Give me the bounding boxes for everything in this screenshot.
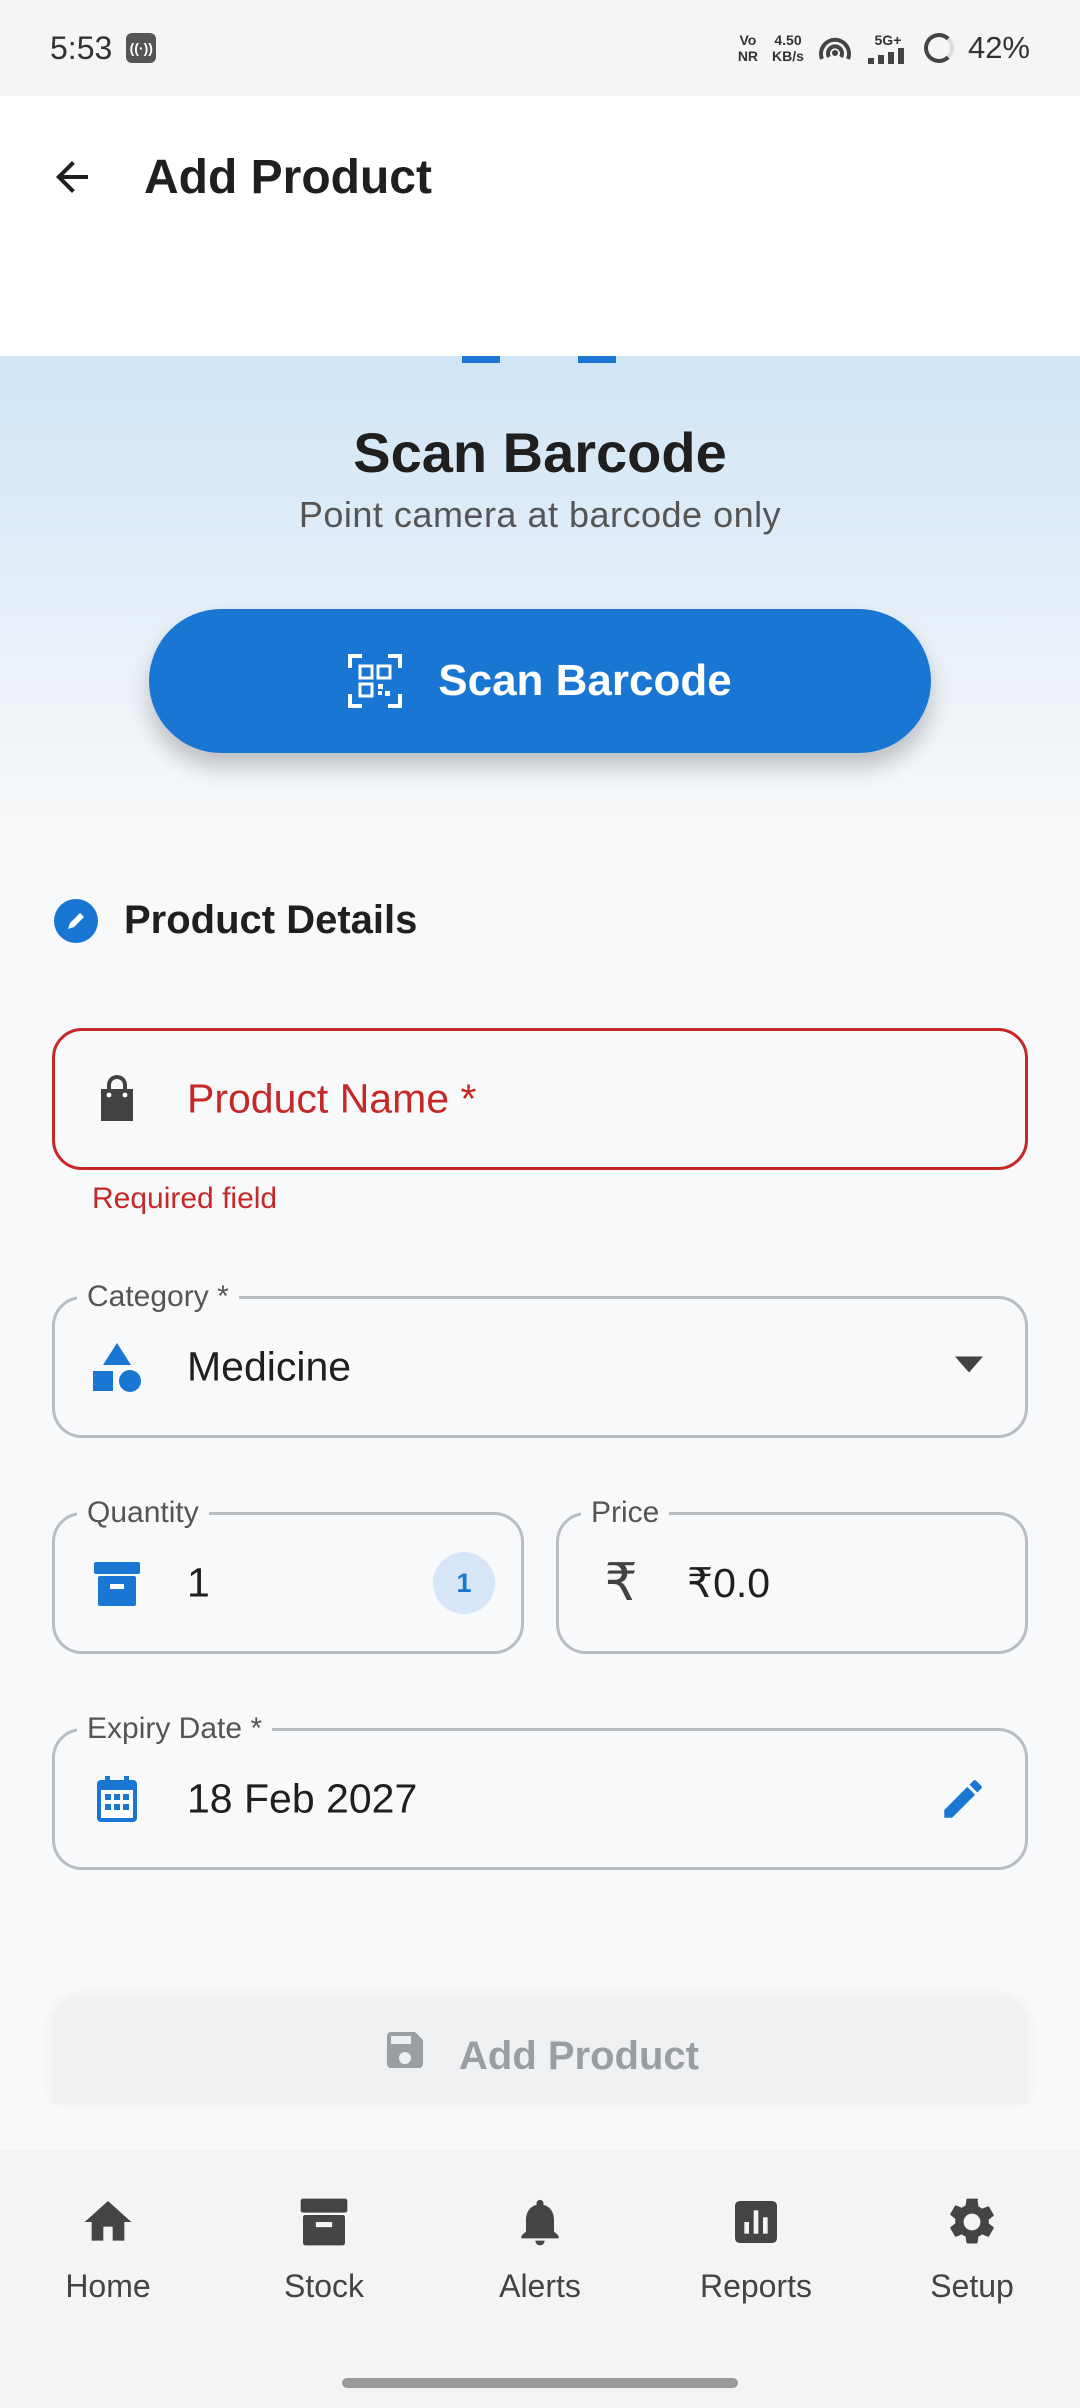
rupee-icon: ₹ bbox=[604, 1554, 638, 1612]
signal-bars-icon bbox=[867, 48, 904, 64]
status-left: 5:53 ((·)) bbox=[50, 29, 157, 67]
gear-icon bbox=[950, 2198, 994, 2244]
archive-icon bbox=[300, 2198, 348, 2246]
status-bar: 5:53 ((·)) Vo NR 4.50 KB/s 5G+ 42% bbox=[0, 0, 1080, 96]
shopping-bag-icon bbox=[91, 1073, 143, 1125]
quantity-badge: 1 bbox=[433, 1552, 495, 1614]
arrow-back-icon bbox=[56, 161, 88, 193]
hotspot-icon: ((·)) bbox=[126, 33, 157, 63]
expiry-value: 18 Feb 2027 bbox=[187, 1775, 418, 1822]
battery-icon bbox=[923, 33, 954, 63]
inventory-box-icon bbox=[91, 1557, 143, 1609]
page-title: Add Product bbox=[144, 151, 432, 204]
quantity-field[interactable]: Quantity 1 1 bbox=[52, 1495, 524, 1654]
add-product-label: Add Product bbox=[459, 2034, 699, 2078]
section-header: Product Details bbox=[54, 898, 417, 943]
pencil-edit-icon[interactable] bbox=[935, 1771, 991, 1827]
section-title: Product Details bbox=[124, 898, 418, 942]
nav-stock[interactable]: Stock bbox=[216, 2150, 432, 2408]
nav-reports-label: Reports bbox=[699, 2268, 813, 2304]
home-icon bbox=[84, 2201, 132, 2241]
nav-home-label: Home bbox=[65, 2268, 151, 2304]
expiry-label: Expiry Date * bbox=[77, 1711, 273, 1747]
scan-barcode-label: Scan Barcode bbox=[438, 656, 732, 705]
nav-setup-label: Setup bbox=[930, 2268, 1014, 2304]
back-button[interactable] bbox=[40, 145, 104, 209]
hotspot-signal-icon bbox=[818, 37, 851, 60]
scan-barcode-button[interactable]: Scan Barcode bbox=[149, 609, 931, 753]
price-value: ₹0.0 bbox=[687, 1560, 771, 1606]
signal-indicator: 5G+ bbox=[866, 32, 910, 64]
product-name-placeholder: Product Name * bbox=[187, 1075, 477, 1122]
product-name-error: Required field bbox=[92, 1182, 278, 1215]
volte-indicator: Vo NR bbox=[737, 32, 759, 64]
nav-setup[interactable]: Setup bbox=[864, 2150, 1080, 2408]
nav-stock-label: Stock bbox=[283, 2268, 365, 2304]
scanner-frame-corner bbox=[578, 356, 616, 363]
status-time: 5:53 bbox=[50, 29, 113, 66]
scan-title: Scan Barcode bbox=[353, 421, 727, 484]
save-icon bbox=[387, 2032, 423, 2068]
network-speed: 4.50 KB/s bbox=[772, 32, 804, 64]
expiry-date-field[interactable]: Expiry Date * 18 Feb 2027 bbox=[52, 1711, 1028, 1870]
bell-icon bbox=[521, 2199, 559, 2246]
nav-reports[interactable]: Reports bbox=[648, 2150, 864, 2408]
bar-chart-icon bbox=[735, 2201, 777, 2243]
scan-subtitle: Point camera at barcode only bbox=[298, 494, 782, 535]
product-name-field[interactable]: Product Name * bbox=[52, 1028, 1028, 1170]
scanner-frame-corner bbox=[462, 356, 500, 363]
nav-alerts[interactable]: Alerts bbox=[432, 2150, 648, 2408]
category-label: Category * bbox=[77, 1279, 239, 1315]
dropdown-arrow-icon bbox=[955, 1356, 983, 1378]
price-label: Price bbox=[581, 1495, 670, 1531]
add-product-button[interactable]: Add Product bbox=[52, 2000, 1028, 2104]
category-dropdown[interactable]: Category * Medicine bbox=[52, 1279, 1028, 1438]
qr-scanner-icon bbox=[348, 654, 403, 708]
category-shapes-icon bbox=[91, 1341, 143, 1393]
gesture-home-bar[interactable] bbox=[342, 2378, 738, 2388]
quantity-value: 1 bbox=[187, 1559, 210, 1606]
status-right: Vo NR 4.50 KB/s 5G+ 42% bbox=[738, 30, 1030, 66]
app-bar bbox=[0, 96, 1080, 356]
bottom-navigation: Home Stock Alerts Reports Setup bbox=[0, 2150, 1080, 2408]
quantity-label: Quantity bbox=[77, 1495, 209, 1531]
edit-badge-icon bbox=[54, 898, 98, 943]
battery-percent: 42% bbox=[967, 30, 1030, 65]
nav-home[interactable]: Home bbox=[0, 2150, 216, 2408]
category-value: Medicine bbox=[187, 1343, 352, 1390]
nav-alerts-label: Alerts bbox=[499, 2268, 581, 2304]
calendar-icon bbox=[91, 1773, 143, 1825]
price-field[interactable]: Price ₹ ₹0.0 bbox=[556, 1495, 1028, 1654]
